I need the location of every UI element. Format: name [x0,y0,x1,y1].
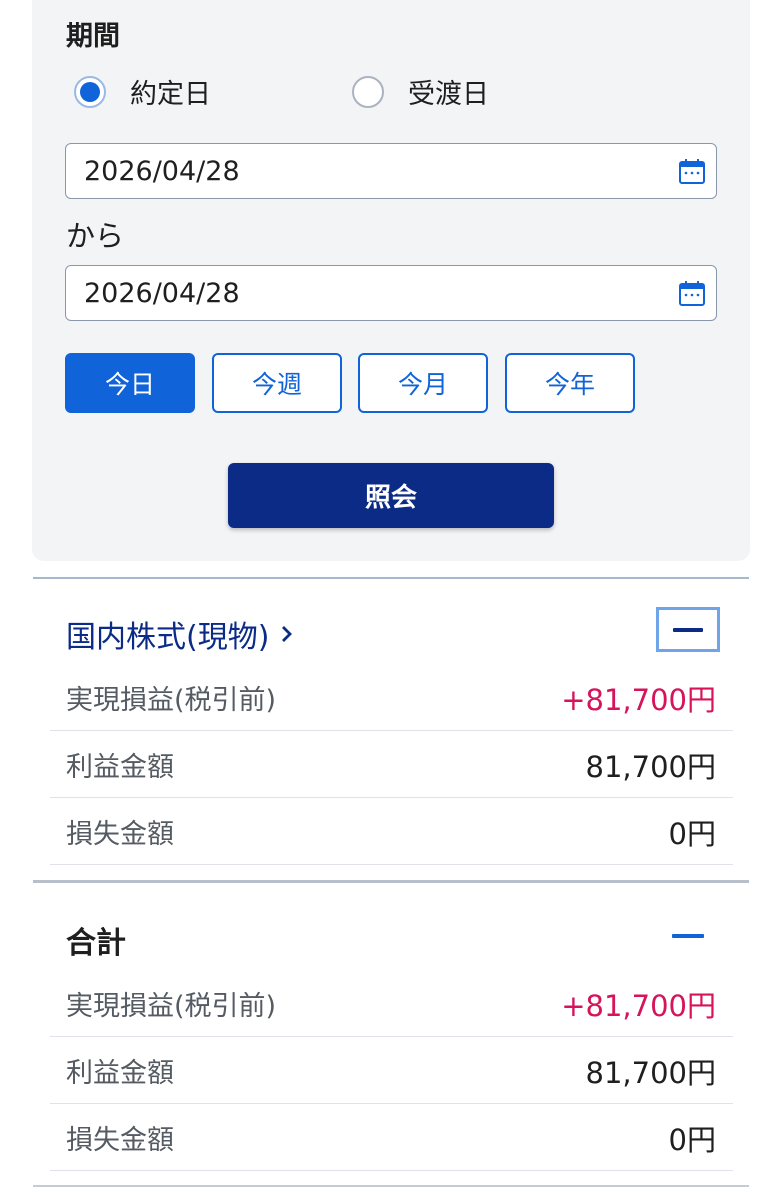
minus-icon [672,934,704,938]
table-row: 利益金額 81,700円 [50,1038,733,1104]
chevron-right-icon [282,626,293,642]
this-week-button[interactable]: 今週 [212,353,342,413]
end-date-field[interactable]: 2026/04/28 [65,265,717,321]
table-row: 利益金額 81,700円 [50,732,733,798]
period-filter-panel: 期間 約定日 受渡日 2026/04/28 から 2026/04/28 今日 今… [32,0,750,561]
domestic-stock-section-header[interactable]: 国内株式(現物) [66,612,295,656]
total-section-header: 合計 [66,918,126,962]
minus-icon [673,627,703,632]
table-row: 損失金額 0円 [50,799,733,865]
from-label: から [66,219,125,253]
row-label: 損失金額 [66,819,174,850]
row-label: 実現損益(税引前) [66,685,277,716]
table-row: 損失金額 0円 [50,1105,733,1171]
radio-selected-icon[interactable] [74,75,106,108]
total-title: 合計 [66,926,126,961]
row-label: 実現損益(税引前) [66,991,277,1022]
date-type-radio-group: 約定日 受渡日 [32,72,750,112]
today-button[interactable]: 今日 [65,353,195,413]
calendar-icon[interactable] [678,280,706,308]
this-year-button[interactable]: 今年 [505,353,635,413]
domestic-stock-title[interactable]: 国内株式(現物) [66,612,269,656]
table-row: 実現損益(税引前) +81,700円 [50,971,733,1037]
row-label: 損失金額 [66,1125,174,1156]
period-title: 期間 [66,21,120,52]
start-date-field[interactable]: 2026/04/28 [65,143,717,199]
row-value: 0円 [668,1122,716,1157]
row-label: 利益金額 [66,1058,174,1089]
row-value: +81,700円 [561,988,716,1023]
radio-unselected-icon[interactable] [352,75,384,108]
collapse-button[interactable] [670,921,706,951]
row-value: 81,700円 [585,749,716,784]
query-button[interactable]: 照会 [228,463,554,528]
calendar-icon[interactable] [678,158,706,186]
collapse-button[interactable] [656,607,720,652]
row-value: 81,700円 [585,1055,716,1090]
row-value: 0円 [668,816,716,851]
radio-trade-date[interactable]: 約定日 [74,72,211,111]
section-divider [33,1185,749,1187]
radio-trade-date-label: 約定日 [130,79,211,110]
section-divider [33,577,749,579]
radio-settlement-date[interactable]: 受渡日 [352,72,489,111]
start-date-value: 2026/04/28 [84,155,240,187]
radio-settlement-date-label: 受渡日 [408,79,489,110]
section-divider [33,880,749,883]
table-row: 実現損益(税引前) +81,700円 [50,665,733,731]
row-value: +81,700円 [561,682,716,717]
this-month-button[interactable]: 今月 [358,353,488,413]
row-label: 利益金額 [66,752,174,783]
end-date-value: 2026/04/28 [84,277,240,309]
